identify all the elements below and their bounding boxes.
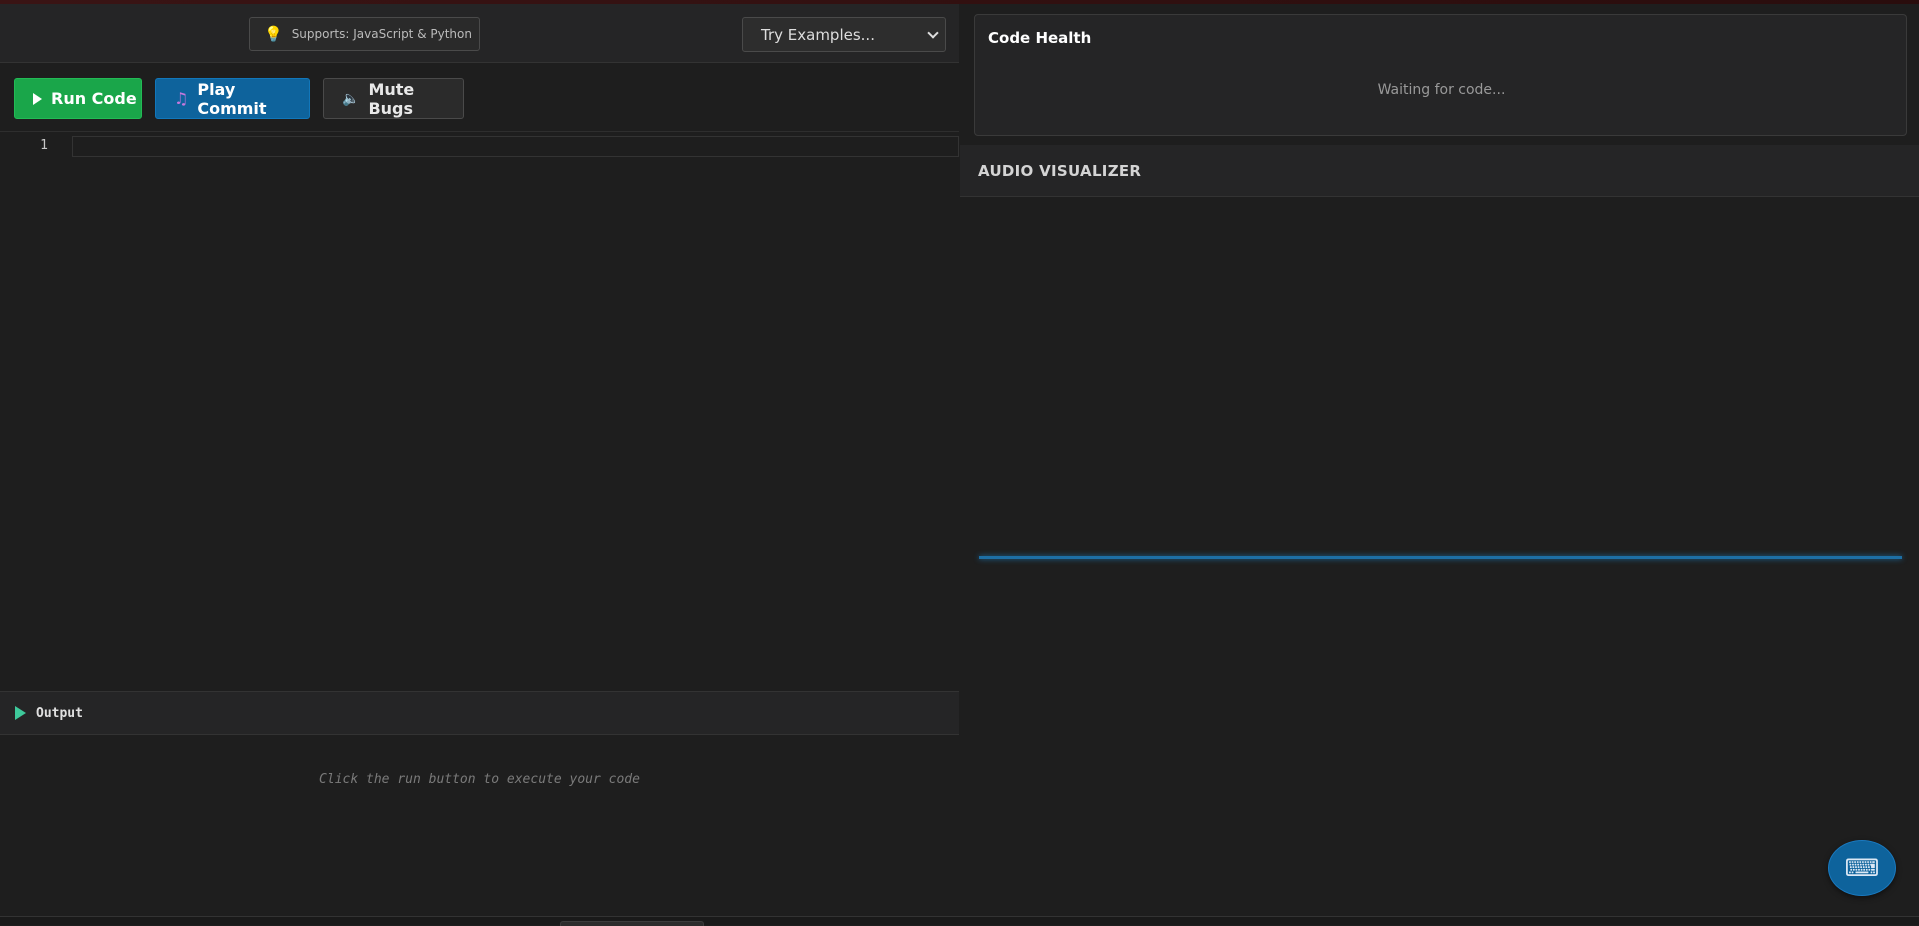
music-note-icon: ♫ [174, 89, 189, 108]
output-panel: Click the run button to execute your cod… [0, 735, 959, 916]
bottom-tab[interactable] [560, 921, 704, 926]
lightbulb-icon: 💡 [264, 25, 283, 43]
waveform-line [979, 556, 1902, 559]
play-commit-button[interactable]: ♫ Play Commit [155, 78, 310, 119]
speaker-icon: 🔈 [342, 90, 360, 107]
mute-bugs-button[interactable]: 🔈 Mute Bugs [323, 78, 464, 119]
keyboard-icon: ⌨ [1844, 854, 1880, 882]
editor-topbar: 💡 Supports: JavaScript & Python Try Exam… [0, 4, 959, 63]
code-editor[interactable]: 1 [0, 132, 959, 691]
bottom-status-strip [0, 916, 1919, 926]
run-code-label: Run Code [51, 89, 137, 108]
current-line-highlight[interactable] [72, 136, 959, 157]
code-health-title: Code Health [988, 29, 1092, 47]
code-health-card: Code Health Waiting for code... [974, 14, 1907, 136]
supported-languages-badge: 💡 Supports: JavaScript & Python [249, 17, 480, 51]
examples-dropdown-value: Try Examples... [761, 25, 875, 44]
editor-toolbar: Run Code ♫ Play Commit 🔈 Mute Bugs [0, 63, 959, 132]
supported-languages-label: Supports: JavaScript & Python [291, 27, 472, 41]
line-number: 1 [40, 138, 48, 153]
mute-bugs-label: Mute Bugs [368, 79, 415, 118]
keyboard-shortcuts-button[interactable]: ⌨ [1828, 840, 1896, 896]
run-code-button[interactable]: Run Code [14, 78, 142, 119]
chevron-down-icon [927, 26, 939, 39]
audio-visualizer-title: AUDIO VISUALIZER [978, 161, 1142, 180]
output-placeholder: Click the run button to execute your cod… [319, 772, 640, 787]
editor-pane: 💡 Supports: JavaScript & Python Try Exam… [0, 4, 959, 916]
examples-dropdown[interactable]: Try Examples... [742, 17, 946, 52]
side-pane: Code Health Waiting for code... AUDIO VI… [960, 4, 1919, 916]
output-panel-header[interactable]: Output [0, 691, 959, 735]
play-commit-label: Play Commit [197, 79, 267, 118]
output-title: Output [36, 705, 83, 721]
play-triangle-icon [15, 706, 26, 720]
audio-visualizer-header: AUDIO VISUALIZER [960, 145, 1919, 197]
audio-visualizer-canvas: ⌨ [960, 197, 1919, 916]
play-triangle-icon [33, 92, 42, 105]
code-health-status: Waiting for code... [1377, 82, 1506, 98]
